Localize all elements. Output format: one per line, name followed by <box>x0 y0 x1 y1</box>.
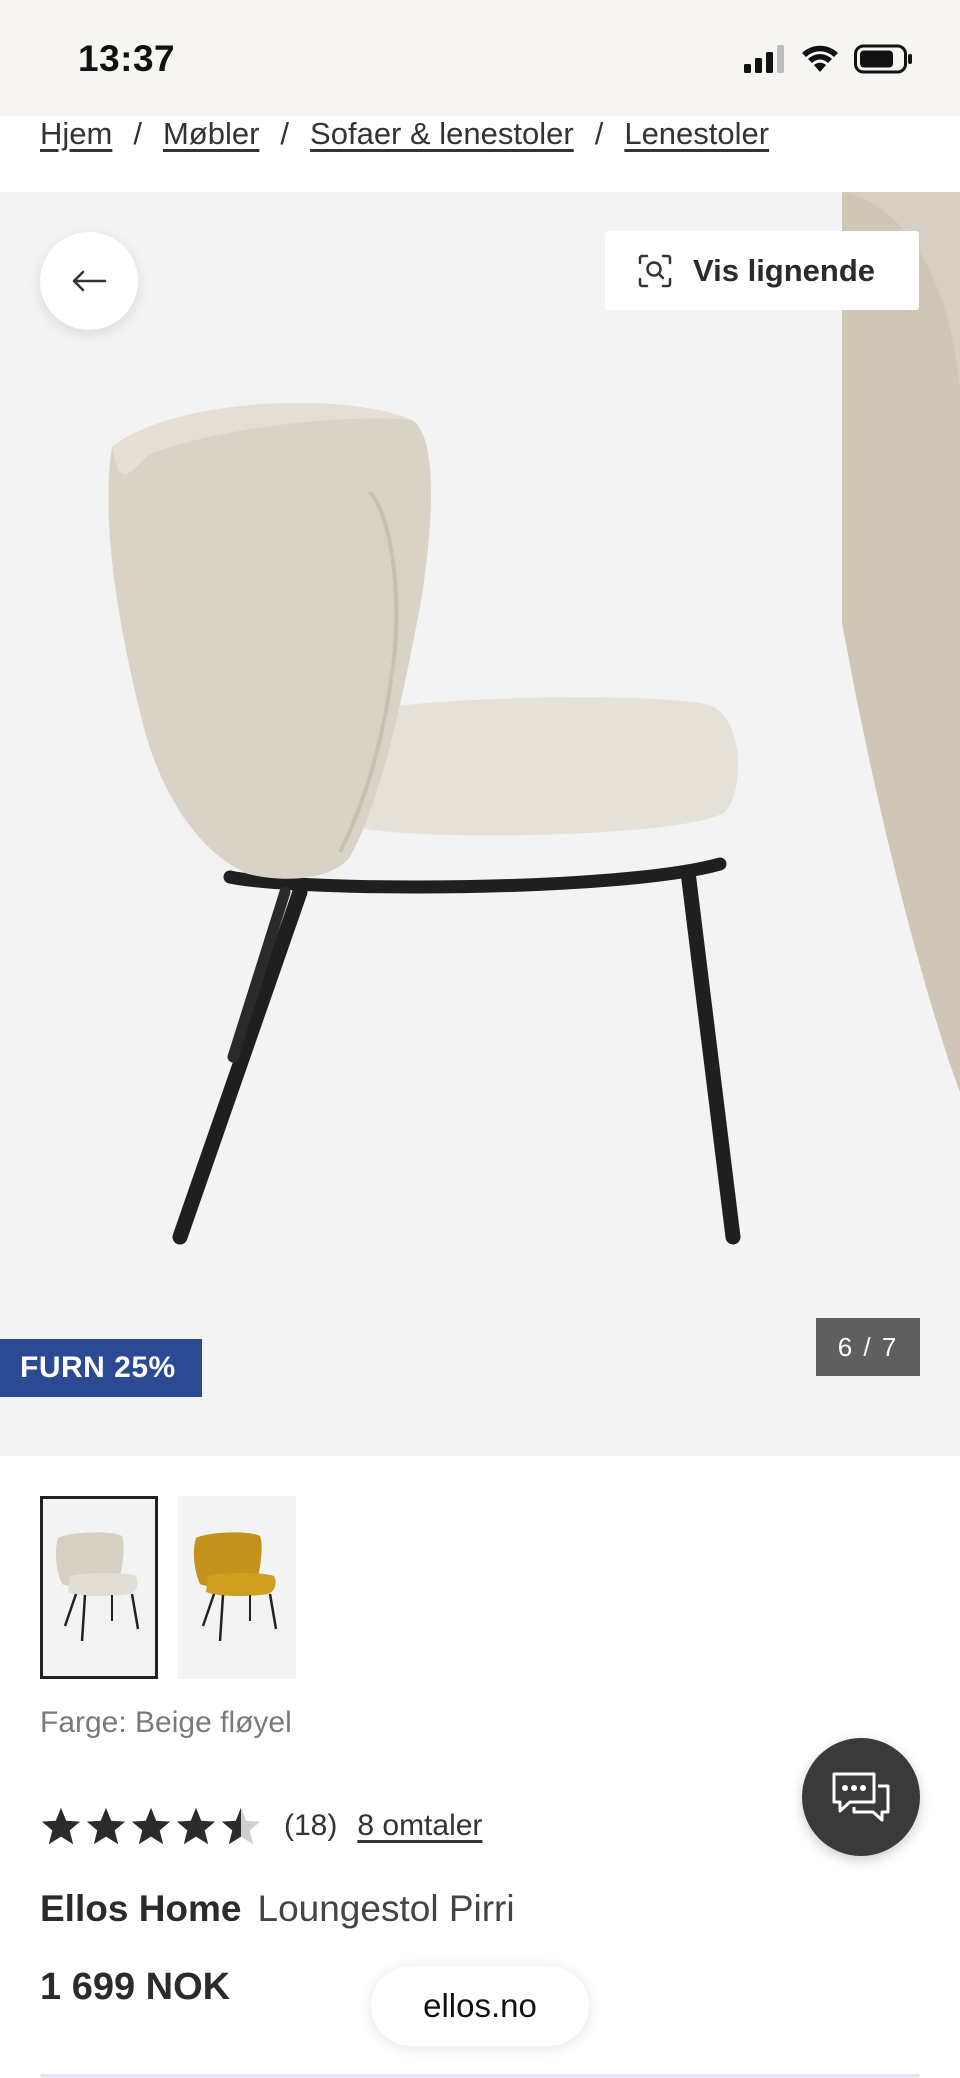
rating-stars <box>40 1806 262 1846</box>
star-icon <box>86 1807 126 1845</box>
variant-image-beige <box>55 1532 140 1642</box>
breadcrumb-home[interactable]: Hjem <box>40 116 112 152</box>
product-name: Loungestol Pirri <box>257 1888 515 1929</box>
variant-thumbnail-mustard[interactable] <box>178 1496 296 1679</box>
breadcrumb-separator: / <box>280 116 290 151</box>
show-similar-label: Vis lignende <box>693 252 876 288</box>
product-image <box>108 192 960 1245</box>
star-icon <box>176 1807 216 1845</box>
color-label: Farge: Beige fløyel <box>40 1706 292 1739</box>
battery-icon <box>854 44 912 74</box>
promo-badge: FURN 25% <box>0 1339 202 1397</box>
show-similar-button[interactable]: Vis lignende <box>605 231 919 310</box>
product-title: Ellos Home Loungestol Pirri <box>40 1888 515 1930</box>
star-icon <box>131 1807 171 1845</box>
status-bar: 13:37 <box>0 0 960 116</box>
breadcrumb-armchairs[interactable]: Lenestoler <box>624 116 769 152</box>
product-price: 1 699 NOK <box>40 1966 231 2008</box>
status-time: 13:37 <box>78 38 176 79</box>
back-button[interactable] <box>40 232 138 330</box>
reviews-link[interactable]: 8 omtaler <box>357 1809 482 1843</box>
variant-thumbnail-beige[interactable] <box>40 1496 158 1679</box>
browser-url-bar[interactable]: ellos.no <box>371 1966 589 2046</box>
product-image-gallery[interactable]: Vis lignende FURN 25% 6 / 7 <box>0 192 960 1456</box>
chat-bubbles-icon <box>832 1772 890 1822</box>
status-icons <box>744 44 914 74</box>
breadcrumb-sofas[interactable]: Sofaer & lenestoler <box>310 116 574 152</box>
arrow-left-icon <box>72 270 107 292</box>
wifi-icon <box>802 45 838 72</box>
product-rating: (18) 8 omtaler <box>40 1806 482 1846</box>
product-brand: Ellos Home <box>40 1888 242 1929</box>
breadcrumb-furniture[interactable]: Møbler <box>163 116 259 152</box>
visual-search-icon <box>638 254 672 287</box>
chat-button[interactable] <box>802 1738 920 1856</box>
image-counter: 6 / 7 <box>816 1318 920 1376</box>
variant-thumbnails <box>40 1496 296 1679</box>
rating-count: (18) <box>284 1809 338 1842</box>
star-icon <box>41 1807 81 1845</box>
signal-icon <box>744 45 784 73</box>
variant-image-mustard <box>193 1532 278 1642</box>
half-star-icon <box>221 1807 261 1845</box>
divider <box>40 2074 920 2078</box>
breadcrumb: Hjem / Møbler / Sofaer & lenestoler / Le… <box>0 116 960 192</box>
breadcrumb-separator: / <box>594 116 604 151</box>
breadcrumb-separator: / <box>133 116 142 151</box>
